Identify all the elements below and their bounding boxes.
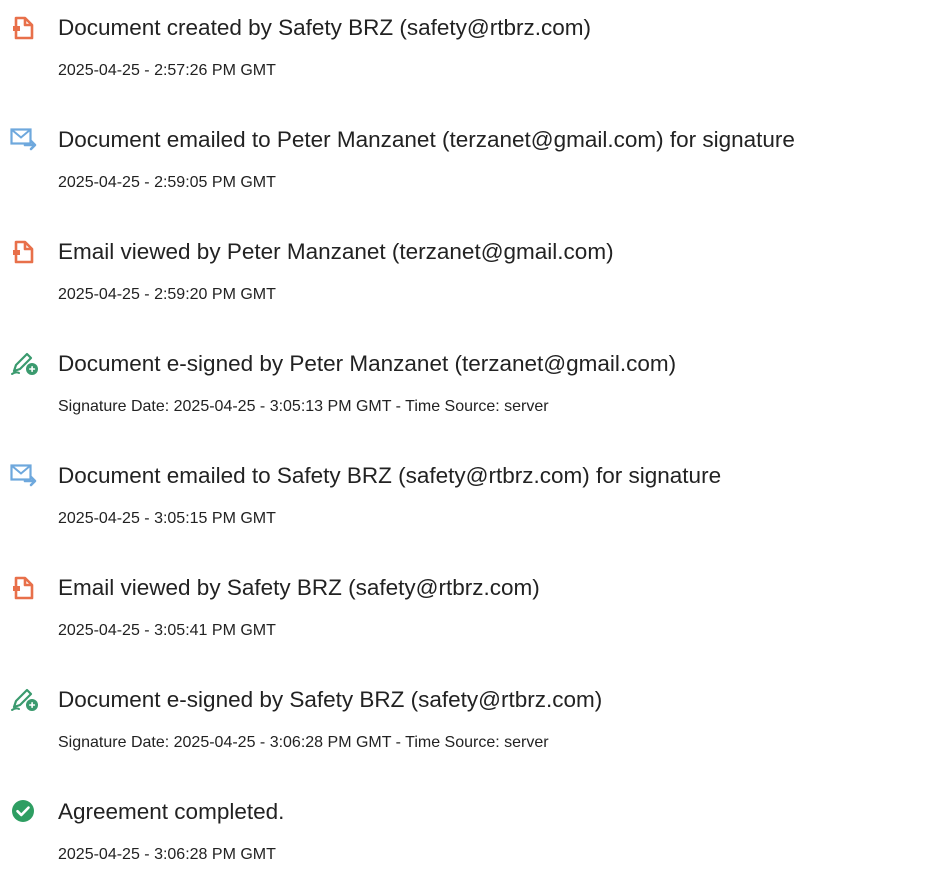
event-title: Document emailed to Peter Manzanet (terz… [58, 127, 795, 152]
event-title: Agreement completed. [58, 799, 285, 824]
audit-event: Document created by Safety BRZ (safety@r… [0, 0, 931, 80]
document-icon [10, 14, 40, 40]
event-title: Email viewed by Safety BRZ (safety@rtbrz… [58, 575, 540, 600]
event-timestamp: 2025-04-25 - 3:05:15 PM GMT [58, 510, 276, 527]
audit-event: Email viewed by Safety BRZ (safety@rtbrz… [0, 560, 931, 640]
audit-event: Email viewed by Peter Manzanet (terzanet… [0, 224, 931, 304]
audit-event: Agreement completed. 2025-04-25 - 3:06:2… [0, 784, 931, 864]
event-timestamp: 2025-04-25 - 3:06:28 PM GMT [58, 846, 276, 863]
esign-pen-icon [10, 686, 40, 712]
audit-event: Document emailed to Safety BRZ (safety@r… [0, 448, 931, 528]
event-title: Document e-signed by Safety BRZ (safety@… [58, 687, 603, 712]
document-icon [10, 238, 40, 264]
event-timestamp: 2025-04-25 - 2:59:20 PM GMT [58, 286, 276, 303]
audit-event: Document e-signed by Peter Manzanet (ter… [0, 336, 931, 416]
event-timestamp: Signature Date: 2025-04-25 - 3:05:13 PM … [58, 398, 549, 415]
event-timestamp: Signature Date: 2025-04-25 - 3:06:28 PM … [58, 734, 549, 751]
event-timestamp: 2025-04-25 - 2:59:05 PM GMT [58, 174, 276, 191]
audit-event: Document e-signed by Safety BRZ (safety@… [0, 672, 931, 752]
event-timestamp: 2025-04-25 - 2:57:26 PM GMT [58, 62, 276, 79]
event-title: Document emailed to Safety BRZ (safety@r… [58, 463, 722, 488]
event-title: Email viewed by Peter Manzanet (terzanet… [58, 239, 614, 264]
esign-pen-icon [10, 350, 40, 376]
event-title: Document created by Safety BRZ (safety@r… [58, 15, 592, 40]
audit-event: Document emailed to Peter Manzanet (terz… [0, 112, 931, 192]
checkmark-circle-icon [10, 798, 40, 824]
email-forward-icon [10, 126, 40, 152]
event-title: Document e-signed by Peter Manzanet (ter… [58, 351, 677, 376]
document-icon [10, 574, 40, 600]
event-timestamp: 2025-04-25 - 3:05:41 PM GMT [58, 622, 276, 639]
email-forward-icon [10, 462, 40, 488]
